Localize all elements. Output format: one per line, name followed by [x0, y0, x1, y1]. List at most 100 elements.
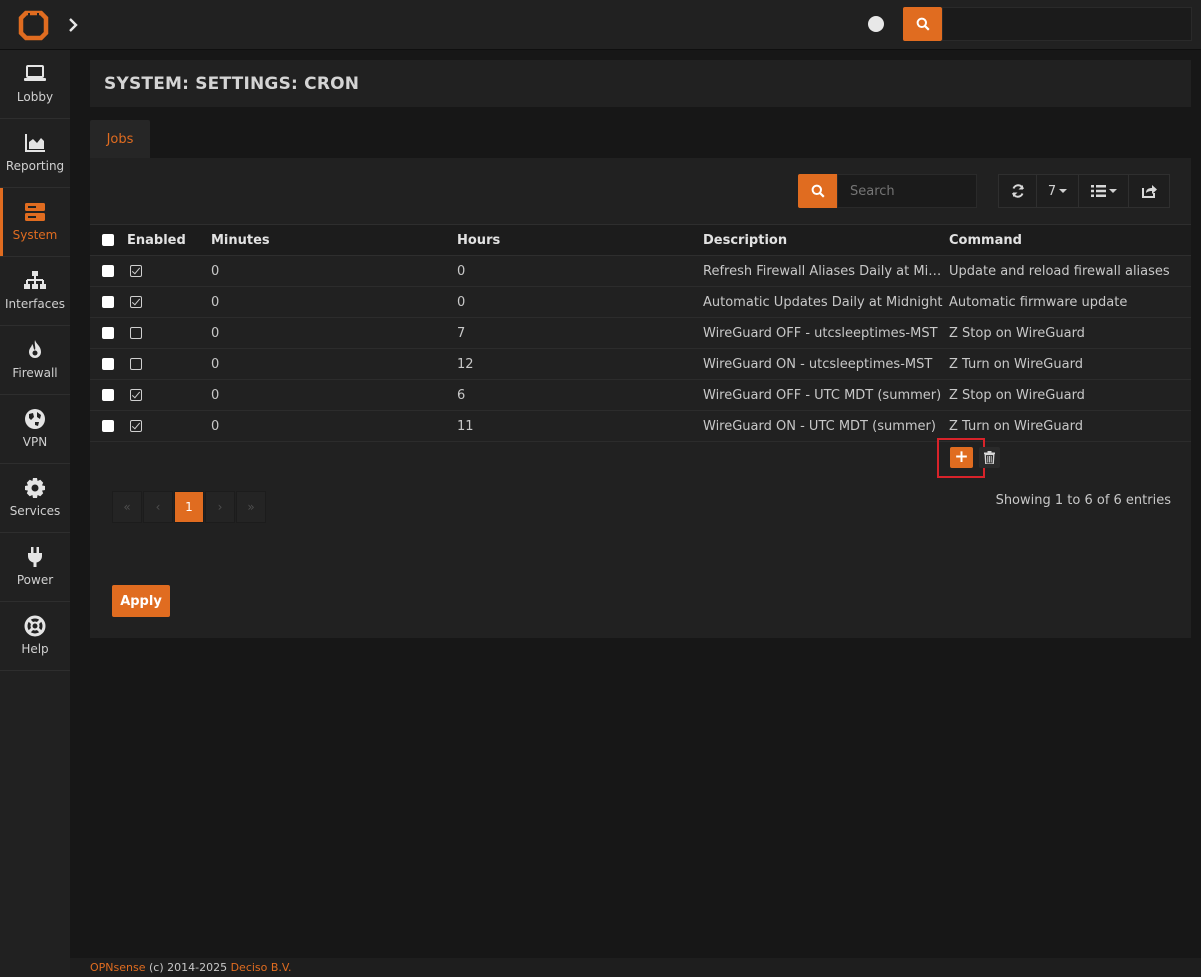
sidebar-item-firewall[interactable]: Firewall	[0, 326, 70, 395]
row-select-cell	[90, 379, 127, 411]
footer: OPNsense (c) 2014-2025 Deciso B.V.	[70, 958, 1201, 977]
status-indicator[interactable]	[868, 16, 884, 32]
row-checkbox[interactable]	[102, 327, 114, 339]
command-cell: Update and reload firewall aliases	[949, 255, 1191, 287]
footer-product-link[interactable]: OPNsense	[90, 961, 146, 974]
opnsense-logo[interactable]	[18, 10, 49, 41]
trash-icon	[984, 451, 995, 464]
table-row[interactable]: 0 7 WireGuard OFF - utcsleeptimes-MST Z …	[90, 317, 1191, 349]
grid-search-button[interactable]	[798, 174, 837, 208]
hours-cell: 6	[457, 379, 703, 411]
enabled-cell	[127, 255, 211, 287]
top-bar	[0, 0, 1201, 50]
caret-down-icon	[1108, 189, 1117, 193]
row-checkbox[interactable]	[102, 358, 114, 370]
sitemap-icon	[24, 271, 46, 289]
search-icon	[811, 184, 825, 198]
sidebar-item-label: Lobby	[16, 90, 54, 104]
share-icon	[1141, 185, 1157, 198]
table-row[interactable]: 0 0 Refresh Firewall Aliases Daily at Mi…	[90, 255, 1191, 287]
sidebar-item-reporting[interactable]: Reporting	[0, 119, 70, 188]
export-button[interactable]	[1129, 175, 1169, 207]
column-header-description[interactable]: Description	[703, 224, 949, 256]
enabled-toggle[interactable]	[130, 265, 142, 277]
row-checkbox[interactable]	[102, 265, 114, 277]
command-cell: Automatic firmware update	[949, 286, 1191, 318]
sidebar-item-power[interactable]: Power	[0, 533, 70, 602]
row-checkbox[interactable]	[102, 420, 114, 432]
area-chart-icon	[25, 134, 45, 152]
sidebar-item-label: VPN	[22, 435, 48, 449]
chevron-right-icon[interactable]	[66, 17, 80, 33]
grid-search-input[interactable]	[837, 174, 977, 208]
table-row[interactable]: 0 0 Automatic Updates Daily at Midnight …	[90, 286, 1191, 318]
column-header-enabled[interactable]: Enabled	[127, 224, 211, 256]
minutes-cell: 0	[211, 286, 457, 318]
page-first-button[interactable]: «	[112, 491, 142, 523]
sidebar-item-label: Reporting	[5, 159, 65, 173]
minutes-cell: 0	[211, 410, 457, 442]
table-row[interactable]: 0 12 WireGuard ON - utcsleeptimes-MST Z …	[90, 348, 1191, 380]
description-cell: WireGuard ON - UTC MDT (summer)	[703, 410, 949, 442]
enabled-toggle[interactable]	[130, 327, 142, 339]
enabled-cell	[127, 286, 211, 318]
enabled-cell	[127, 410, 211, 442]
column-header-hours[interactable]: Hours	[457, 224, 703, 256]
hours-cell: 11	[457, 410, 703, 442]
sidebar-item-help[interactable]: Help	[0, 602, 70, 671]
row-checkbox[interactable]	[102, 296, 114, 308]
minutes-cell: 0	[211, 255, 457, 287]
minutes-cell: 0	[211, 379, 457, 411]
sidebar-item-system[interactable]: System	[0, 188, 70, 257]
hours-cell: 0	[457, 286, 703, 318]
sidebar-item-label: Interfaces	[5, 297, 65, 311]
sidebar-item-services[interactable]: Services	[0, 464, 70, 533]
command-cell: Z Stop on WireGuard	[949, 379, 1191, 411]
enabled-cell	[127, 379, 211, 411]
minutes-cell: 0	[211, 317, 457, 349]
globe-icon	[25, 409, 45, 429]
sidebar-item-lobby[interactable]: Lobby	[0, 50, 70, 119]
page-1-button[interactable]: 1	[174, 491, 204, 523]
table-row[interactable]: 0 6 WireGuard OFF - UTC MDT (summer) Z S…	[90, 379, 1191, 411]
enabled-toggle[interactable]	[130, 358, 142, 370]
command-cell: Z Turn on WireGuard	[949, 410, 1191, 442]
top-search-input[interactable]	[942, 7, 1192, 41]
top-search-button[interactable]	[903, 7, 942, 41]
hours-cell: 12	[457, 348, 703, 380]
fire-icon	[29, 340, 41, 358]
sidebar-item-label: Power	[16, 573, 54, 587]
table-row[interactable]: 0 11 WireGuard ON - UTC MDT (summer) Z T…	[90, 410, 1191, 442]
description-cell: WireGuard ON - utcsleeptimes-MST	[703, 348, 949, 380]
row-select-cell	[90, 410, 127, 442]
sidebar-item-vpn[interactable]: VPN	[0, 395, 70, 464]
refresh-button[interactable]	[999, 175, 1037, 207]
description-cell: Automatic Updates Daily at Midnight	[703, 286, 949, 318]
columns-dropdown[interactable]	[1079, 175, 1129, 207]
page-last-button[interactable]: »	[236, 491, 266, 523]
page-next-button[interactable]: ›	[205, 491, 235, 523]
page-size-dropdown[interactable]: 7	[1037, 175, 1079, 207]
column-header-minutes[interactable]: Minutes	[211, 224, 457, 256]
enabled-toggle[interactable]	[130, 420, 142, 432]
row-select-cell	[90, 255, 127, 287]
add-job-button[interactable]: +	[950, 447, 973, 468]
pagination: « ‹ 1 › »	[112, 491, 267, 523]
footer-company-link[interactable]: Deciso B.V.	[231, 961, 292, 974]
delete-selected-button[interactable]	[979, 447, 1000, 468]
entries-info: Showing 1 to 6 of 6 entries	[995, 493, 1171, 508]
row-select-cell	[90, 286, 127, 318]
jobs-panel: 7 Ena	[90, 158, 1191, 638]
sidebar-item-interfaces[interactable]: Interfaces	[0, 257, 70, 326]
enabled-toggle[interactable]	[130, 296, 142, 308]
row-checkbox[interactable]	[102, 389, 114, 401]
tab-bar: Jobs	[90, 120, 1191, 158]
select-all-checkbox[interactable]	[102, 234, 114, 246]
column-header-command[interactable]: Command	[949, 224, 1191, 256]
gear-icon	[25, 478, 45, 498]
tab-jobs[interactable]: Jobs	[90, 120, 150, 158]
page-prev-button[interactable]: ‹	[143, 491, 173, 523]
sidebar-item-label: System	[12, 228, 58, 242]
apply-button[interactable]: Apply	[112, 585, 170, 617]
enabled-toggle[interactable]	[130, 389, 142, 401]
